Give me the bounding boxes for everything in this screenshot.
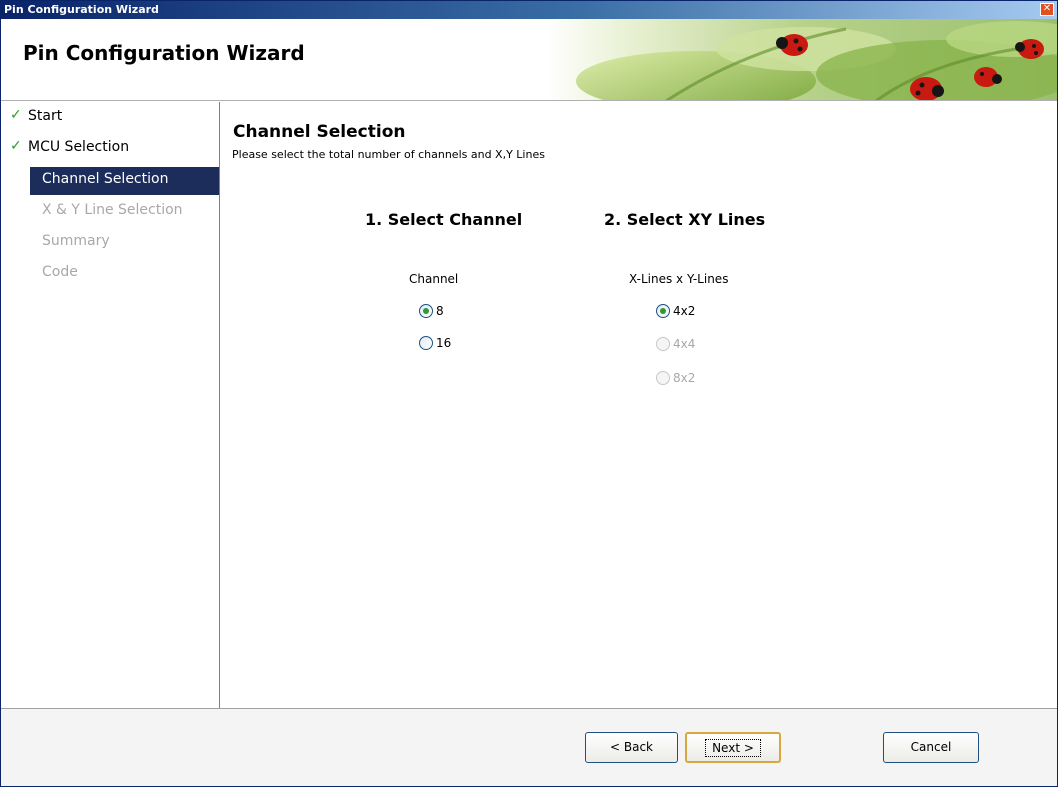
- ladybug-banner-image: [546, 19, 1057, 100]
- xy-radio-4x4: 4x4: [656, 336, 726, 354]
- radio-selected-dot: [423, 308, 429, 314]
- sidebar-item-mcu-selection[interactable]: ✓ MCU Selection: [1, 135, 219, 163]
- check-icon: ✓: [10, 107, 22, 123]
- sidebar-item-channel-selection[interactable]: Channel Selection: [30, 167, 219, 195]
- next-button[interactable]: Next >: [685, 732, 781, 763]
- radio-label: 4x2: [673, 304, 696, 318]
- sidebar-item-label: MCU Selection: [28, 139, 130, 155]
- wizard-footer: < Back Next > Cancel: [1, 708, 1057, 786]
- xy-lines-group-label: X-Lines x Y-Lines: [629, 272, 729, 286]
- channel-radio-16[interactable]: 16: [419, 335, 479, 353]
- wizard-header: Pin Configuration Wizard: [1, 19, 1057, 101]
- back-button[interactable]: < Back: [585, 732, 678, 763]
- title-bar[interactable]: Pin Configuration Wizard ✕: [1, 1, 1057, 19]
- window-title: Pin Configuration Wizard: [4, 3, 159, 16]
- sidebar-item-label: Start: [28, 108, 63, 124]
- sidebar-item-code: Code: [1, 260, 219, 288]
- radio-circle: [419, 304, 433, 318]
- check-icon: ✓: [10, 138, 22, 154]
- channel-group-label: Channel: [409, 272, 459, 286]
- radio-selected-dot: [660, 308, 666, 314]
- close-icon: ✕: [1042, 3, 1052, 14]
- radio-label: 8: [436, 304, 444, 318]
- sidebar-item-start[interactable]: ✓ Start: [1, 104, 219, 132]
- section-subtitle: Please select the total number of channe…: [232, 148, 545, 161]
- page-title: Pin Configuration Wizard: [23, 41, 305, 65]
- wizard-window: Pin Configuration Wizard ✕ Pin Configura…: [0, 0, 1058, 787]
- radio-circle: [656, 371, 670, 385]
- wizard-steps-sidebar: ✓ Start ✓ MCU Selection Channel Selectio…: [1, 102, 220, 708]
- sidebar-item-label: Code: [42, 264, 78, 280]
- channel-radio-8[interactable]: 8: [419, 303, 479, 321]
- sidebar-item-summary: Summary: [1, 229, 219, 257]
- xy-lines-heading: 2. Select XY Lines: [604, 210, 766, 229]
- section-title: Channel Selection: [233, 122, 406, 142]
- radio-label: 4x4: [673, 337, 696, 351]
- next-button-label: Next >: [705, 739, 761, 757]
- sidebar-item-label: X & Y Line Selection: [42, 202, 183, 218]
- xy-radio-8x2: 8x2: [656, 370, 726, 388]
- sidebar-item-label: Channel Selection: [42, 171, 169, 187]
- sidebar-item-label: Summary: [42, 233, 110, 249]
- close-button[interactable]: ✕: [1040, 3, 1054, 16]
- radio-label: 8x2: [673, 371, 696, 385]
- radio-circle: [656, 304, 670, 318]
- main-content: Channel Selection Please select the tota…: [221, 102, 1057, 708]
- radio-circle: [656, 337, 670, 351]
- radio-label: 16: [436, 336, 452, 350]
- xy-radio-4x2[interactable]: 4x2: [656, 303, 726, 321]
- cancel-button[interactable]: Cancel: [883, 732, 979, 763]
- radio-circle: [419, 336, 433, 350]
- sidebar-item-xy-line-selection: X & Y Line Selection: [1, 198, 219, 226]
- channel-heading: 1. Select Channel: [365, 210, 523, 229]
